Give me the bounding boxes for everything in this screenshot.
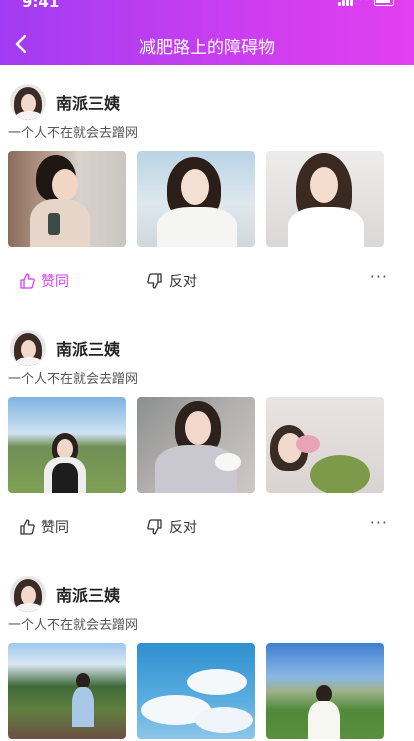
more-options-button[interactable]: ··· <box>370 267 388 286</box>
status-icons <box>338 0 394 6</box>
author-name[interactable]: 南派三姨 <box>56 582 120 606</box>
photo-thumbnail[interactable] <box>8 151 126 247</box>
author-name[interactable]: 南派三姨 <box>56 336 120 360</box>
nav-header: 9:41 减肥路上的障碍物 <box>0 0 414 65</box>
page-title: 减肥路上的障碍物 <box>139 38 275 58</box>
avatar[interactable] <box>10 84 46 120</box>
post-author[interactable]: 南派三姨 <box>10 330 120 366</box>
post-actions: 赞同 反对 ··· <box>0 267 414 295</box>
photo-thumbnail[interactable] <box>266 397 384 493</box>
dislike-button[interactable]: 反对 <box>147 517 197 537</box>
post-author[interactable]: 南派三姨 <box>10 84 120 120</box>
like-button[interactable]: 赞同 <box>19 271 69 291</box>
photo-thumbnail[interactable] <box>266 643 384 739</box>
dislike-button[interactable]: 反对 <box>147 271 197 291</box>
status-time: 9:41 <box>22 0 60 11</box>
photo-grid <box>8 643 384 739</box>
photo-thumbnail[interactable] <box>8 397 126 493</box>
wifi-icon <box>357 0 370 6</box>
avatar[interactable] <box>10 330 46 366</box>
signal-icon <box>338 0 353 6</box>
dislike-label: 反对 <box>169 520 197 536</box>
photo-thumbnail[interactable] <box>266 151 384 247</box>
post-text: 一个人不在就会去蹭网 <box>8 618 139 633</box>
dislike-label: 反对 <box>169 274 197 290</box>
thumbs-down-icon <box>147 273 162 289</box>
avatar[interactable] <box>10 576 46 612</box>
thumbs-up-icon <box>20 273 35 289</box>
photo-thumbnail[interactable] <box>137 397 255 493</box>
photo-thumbnail[interactable] <box>8 643 126 739</box>
author-name[interactable]: 南派三姨 <box>56 90 120 114</box>
post-text: 一个人不在就会去蹭网 <box>8 126 139 141</box>
post-actions: 赞同 反对 ··· <box>0 513 414 541</box>
status-bar: 9:41 <box>0 0 414 22</box>
photo-grid <box>8 397 384 493</box>
like-label: 赞同 <box>41 274 69 290</box>
post-author[interactable]: 南派三姨 <box>10 576 120 612</box>
like-button[interactable]: 赞同 <box>19 517 69 537</box>
photo-grid <box>8 151 384 247</box>
battery-icon <box>374 0 394 6</box>
photo-thumbnail[interactable] <box>137 151 255 247</box>
more-options-button[interactable]: ··· <box>370 513 388 532</box>
post-text: 一个人不在就会去蹭网 <box>8 372 139 387</box>
photo-thumbnail[interactable] <box>137 643 255 739</box>
thumbs-up-icon <box>20 519 35 535</box>
like-label: 赞同 <box>41 520 69 536</box>
thumbs-down-icon <box>147 519 162 535</box>
